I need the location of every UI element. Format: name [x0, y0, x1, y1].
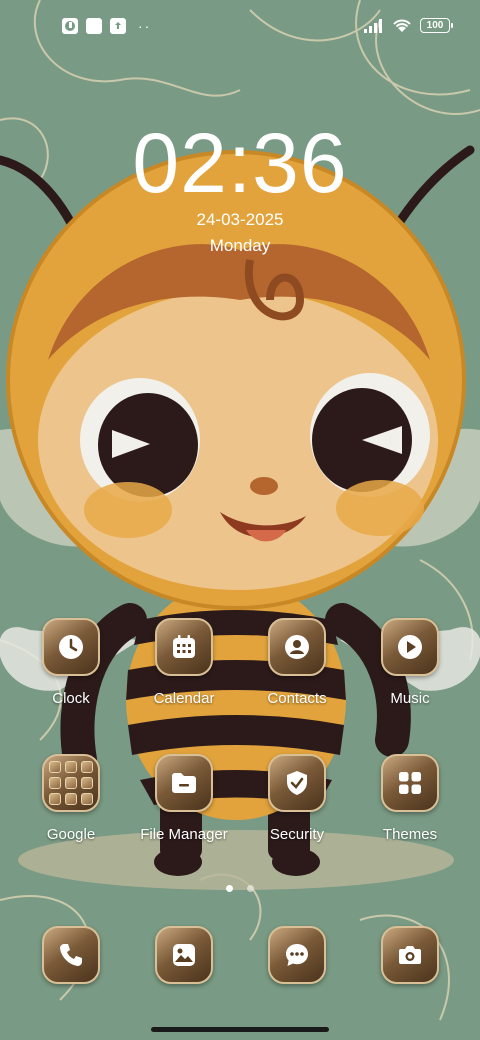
cellular-signal-icon	[364, 18, 382, 33]
app-label-security: Security	[269, 826, 325, 843]
google-folder-icon	[42, 754, 100, 812]
app-notification-icon	[62, 18, 78, 34]
dock-messages[interactable]	[242, 926, 352, 984]
app-clock[interactable]: Clock	[16, 618, 126, 707]
page-indicator[interactable]	[0, 879, 480, 897]
app-themes[interactable]: Themes	[355, 754, 465, 843]
gallery-icon	[155, 926, 213, 984]
more-notifications-dots: ··	[138, 18, 152, 34]
app-label-contacts: Contacts	[267, 690, 327, 707]
square-notification-icon	[86, 18, 102, 34]
contacts-icon	[268, 618, 326, 676]
clock-time[interactable]: 02:36	[0, 118, 480, 208]
status-bar: ·· 100	[0, 0, 480, 56]
dock-phone[interactable]	[16, 926, 126, 984]
app-contacts[interactable]: Contacts	[242, 618, 352, 707]
battery-icon: 100	[420, 18, 453, 33]
upload-icon	[110, 18, 126, 34]
app-label-themes: Themes	[382, 826, 438, 843]
gesture-home-bar[interactable]	[151, 1027, 329, 1032]
themes-grid-icon	[381, 754, 439, 812]
app-label-calendar: Calendar	[153, 690, 215, 707]
phone-icon	[42, 926, 100, 984]
app-label-clock: Clock	[52, 690, 90, 707]
dock-gallery[interactable]	[129, 926, 239, 984]
calendar-icon	[155, 618, 213, 676]
messages-icon	[268, 926, 326, 984]
page-dot-2[interactable]	[247, 885, 255, 892]
camera-icon	[381, 926, 439, 984]
app-calendar[interactable]: Calendar	[129, 618, 239, 707]
shield-check-icon	[268, 754, 326, 812]
play-icon	[381, 618, 439, 676]
clock-day: Monday	[209, 236, 271, 255]
app-security[interactable]: Security	[242, 754, 352, 843]
app-label-file-manager: File Manager	[140, 826, 228, 843]
wifi-icon	[393, 19, 411, 32]
status-bar-notifications: ··	[62, 18, 151, 34]
page-dot-1[interactable]	[225, 885, 233, 892]
clock-date: 24-03-2025	[196, 210, 284, 229]
app-google-folder[interactable]: Google	[16, 754, 126, 843]
app-label-music: Music	[390, 690, 430, 707]
status-bar-system: 100	[364, 18, 453, 33]
clock-icon	[42, 618, 100, 676]
app-label-google: Google	[46, 826, 96, 843]
dock-camera[interactable]	[355, 926, 465, 984]
app-file-manager[interactable]: File Manager	[129, 754, 239, 843]
folder-icon	[155, 754, 213, 812]
app-music[interactable]: Music	[355, 618, 465, 707]
